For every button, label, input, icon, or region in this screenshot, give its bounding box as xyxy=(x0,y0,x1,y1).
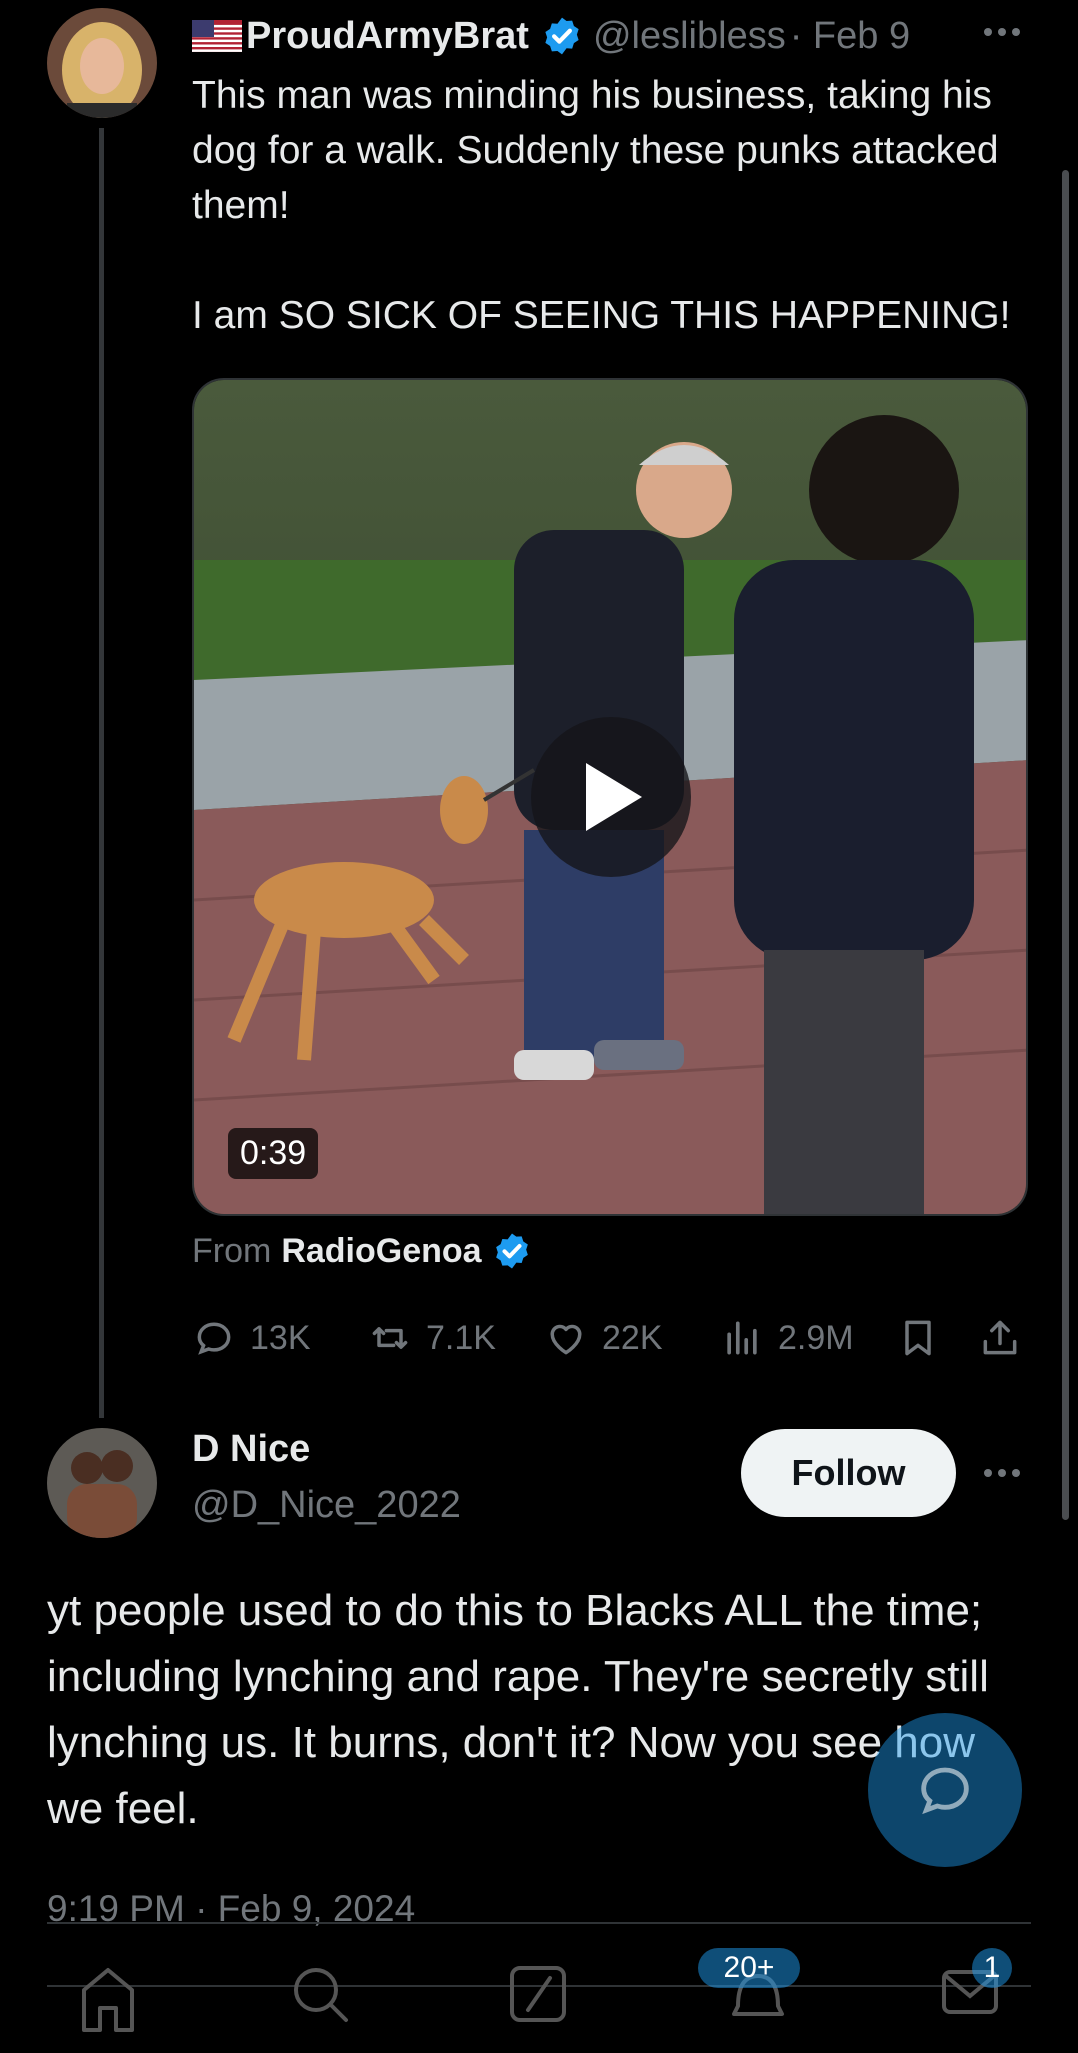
reply-author-avatar[interactable] xyxy=(47,1428,157,1538)
reply-count: 13K xyxy=(250,1318,311,1357)
from-label: From xyxy=(192,1231,272,1270)
notifications-badge: 20+ xyxy=(698,1948,800,1988)
scrollbar[interactable] xyxy=(1062,170,1069,1520)
author-avatar[interactable] xyxy=(47,8,157,118)
like-button[interactable]: 22K xyxy=(544,1310,663,1366)
play-icon xyxy=(586,763,642,831)
us-flag-icon xyxy=(192,20,242,52)
more-icon[interactable] xyxy=(980,10,1024,64)
verified-icon xyxy=(541,15,583,57)
tweet-text: This man was minding his business, takin… xyxy=(192,74,1011,337)
search-icon[interactable] xyxy=(288,1960,352,2053)
like-count: 22K xyxy=(602,1318,663,1357)
share-icon xyxy=(983,1320,1017,1355)
follow-button[interactable]: Follow xyxy=(741,1429,956,1517)
like-icon xyxy=(550,1324,582,1355)
reply-author-handle[interactable]: @D_Nice_2022 xyxy=(192,1484,461,1527)
views-icon xyxy=(727,1321,757,1355)
tweet-date[interactable]: · Feb 9 xyxy=(790,15,910,58)
video-duration: 0:39 xyxy=(228,1128,319,1179)
video-thumbnail[interactable]: 0:39 xyxy=(192,378,1028,1216)
grok-icon[interactable] xyxy=(506,1960,570,2053)
reply-author-name[interactable]: D Nice xyxy=(192,1428,310,1471)
views-button[interactable]: 2.9M xyxy=(720,1310,854,1366)
thread-line xyxy=(99,128,104,1418)
views-count: 2.9M xyxy=(778,1318,854,1357)
retweet-icon xyxy=(372,1327,408,1349)
author-name[interactable]: ProudArmyBrat xyxy=(246,15,529,58)
retweet-button[interactable]: 7.1K xyxy=(368,1310,496,1366)
tweet-header: ProudArmyBrat @leslibless · Feb 9 xyxy=(192,10,1032,62)
reply-button[interactable]: 13K xyxy=(192,1310,311,1366)
bookmark-icon xyxy=(905,1320,931,1356)
divider xyxy=(47,1922,1031,1924)
tweet-actions: 13K 7.1K 22K 2.9M xyxy=(192,1310,1032,1366)
reply-icon xyxy=(197,1322,231,1355)
source-name[interactable]: RadioGenoa xyxy=(281,1232,481,1271)
play-button[interactable] xyxy=(531,717,691,877)
verified-icon xyxy=(492,1231,532,1271)
author-handle[interactable]: @leslibless xyxy=(593,15,786,58)
more-icon[interactable] xyxy=(980,1451,1024,1505)
compose-icon xyxy=(921,1767,969,1815)
retweet-count: 7.1K xyxy=(426,1318,496,1357)
home-icon[interactable] xyxy=(76,1960,140,2053)
compose-button[interactable] xyxy=(868,1713,1022,1867)
share-button[interactable] xyxy=(978,1310,1036,1366)
messages-badge: 1 xyxy=(972,1948,1012,1988)
video-source[interactable]: From RadioGenoa xyxy=(192,1226,532,1276)
bookmark-button[interactable] xyxy=(896,1310,954,1366)
